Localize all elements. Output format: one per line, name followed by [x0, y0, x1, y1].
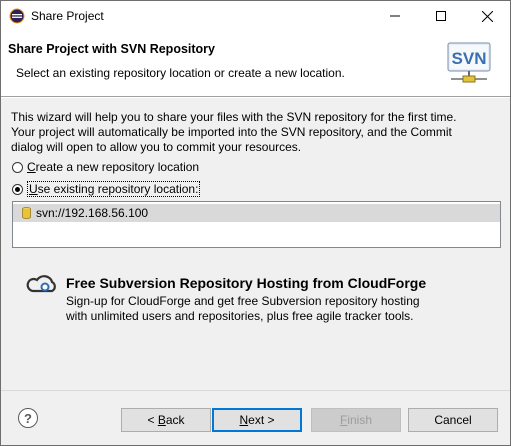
maximize-icon	[436, 11, 446, 21]
close-icon	[481, 10, 493, 22]
cloudforge-icon	[25, 274, 59, 296]
page-title: Share Project with SVN Repository	[8, 42, 215, 56]
use-existing-location-radio[interactable]: Use existing repository location:	[12, 181, 201, 197]
repository-icon	[22, 206, 31, 219]
list-item[interactable]: svn://192.168.56.100	[13, 204, 500, 222]
window-title: Share Project	[31, 9, 104, 23]
finish-button[interactable]: Finish	[311, 408, 401, 432]
back-button[interactable]: < Back	[121, 408, 211, 432]
page-subtitle: Select an existing repository location o…	[16, 66, 345, 80]
minimize-icon	[390, 15, 400, 17]
description-line: This wizard will help you to share your …	[11, 110, 457, 124]
radio-button[interactable]	[12, 161, 23, 173]
use-existing-location-label: Use existing repository location:	[27, 181, 201, 197]
cloudforge-text: with unlimited users and repositories, p…	[66, 309, 414, 323]
wizard-header: Share Project with SVN Repository Select…	[1, 31, 510, 96]
radio-button-selected[interactable]	[12, 183, 23, 195]
dialog-window: Share Project Share Project with SVN Rep…	[0, 0, 511, 446]
cancel-button[interactable]: Cancel	[408, 408, 498, 432]
cancel-button-label: Cancel	[434, 413, 472, 427]
finish-button-label: Finish	[339, 413, 373, 427]
eclipse-icon	[9, 8, 25, 24]
footer-divider	[1, 390, 510, 391]
wizard-description: This wizard will help you to share your …	[11, 110, 501, 155]
create-new-location-radio[interactable]: Create a new repository location	[12, 160, 199, 174]
back-button-label: < Back	[147, 413, 185, 427]
help-button[interactable]: ?	[18, 408, 38, 428]
repository-list[interactable]: svn://192.168.56.100	[12, 201, 501, 248]
repository-url: svn://192.168.56.100	[36, 206, 149, 220]
help-icon: ?	[24, 410, 32, 426]
minimize-button[interactable]	[372, 1, 418, 31]
svn-logo-text: SVN	[452, 49, 487, 68]
next-button-label: Next >	[239, 413, 275, 427]
svn-logo-icon: SVN	[445, 41, 493, 85]
header-divider-highlight	[1, 97, 510, 98]
description-line: dialog will open to allow you to commit …	[11, 140, 302, 154]
title-bar: Share Project	[1, 1, 510, 31]
cloudforge-title[interactable]: Free Subversion Repository Hosting from …	[66, 275, 426, 291]
cloudforge-text: Sign-up for CloudForge and get free Subv…	[66, 294, 420, 308]
close-button[interactable]	[464, 1, 510, 31]
create-new-location-label: Create a new repository location	[27, 160, 200, 174]
next-button[interactable]: Next >	[212, 408, 302, 432]
description-line: Your project will automatically be impor…	[11, 125, 452, 139]
maximize-button[interactable]	[418, 1, 464, 31]
